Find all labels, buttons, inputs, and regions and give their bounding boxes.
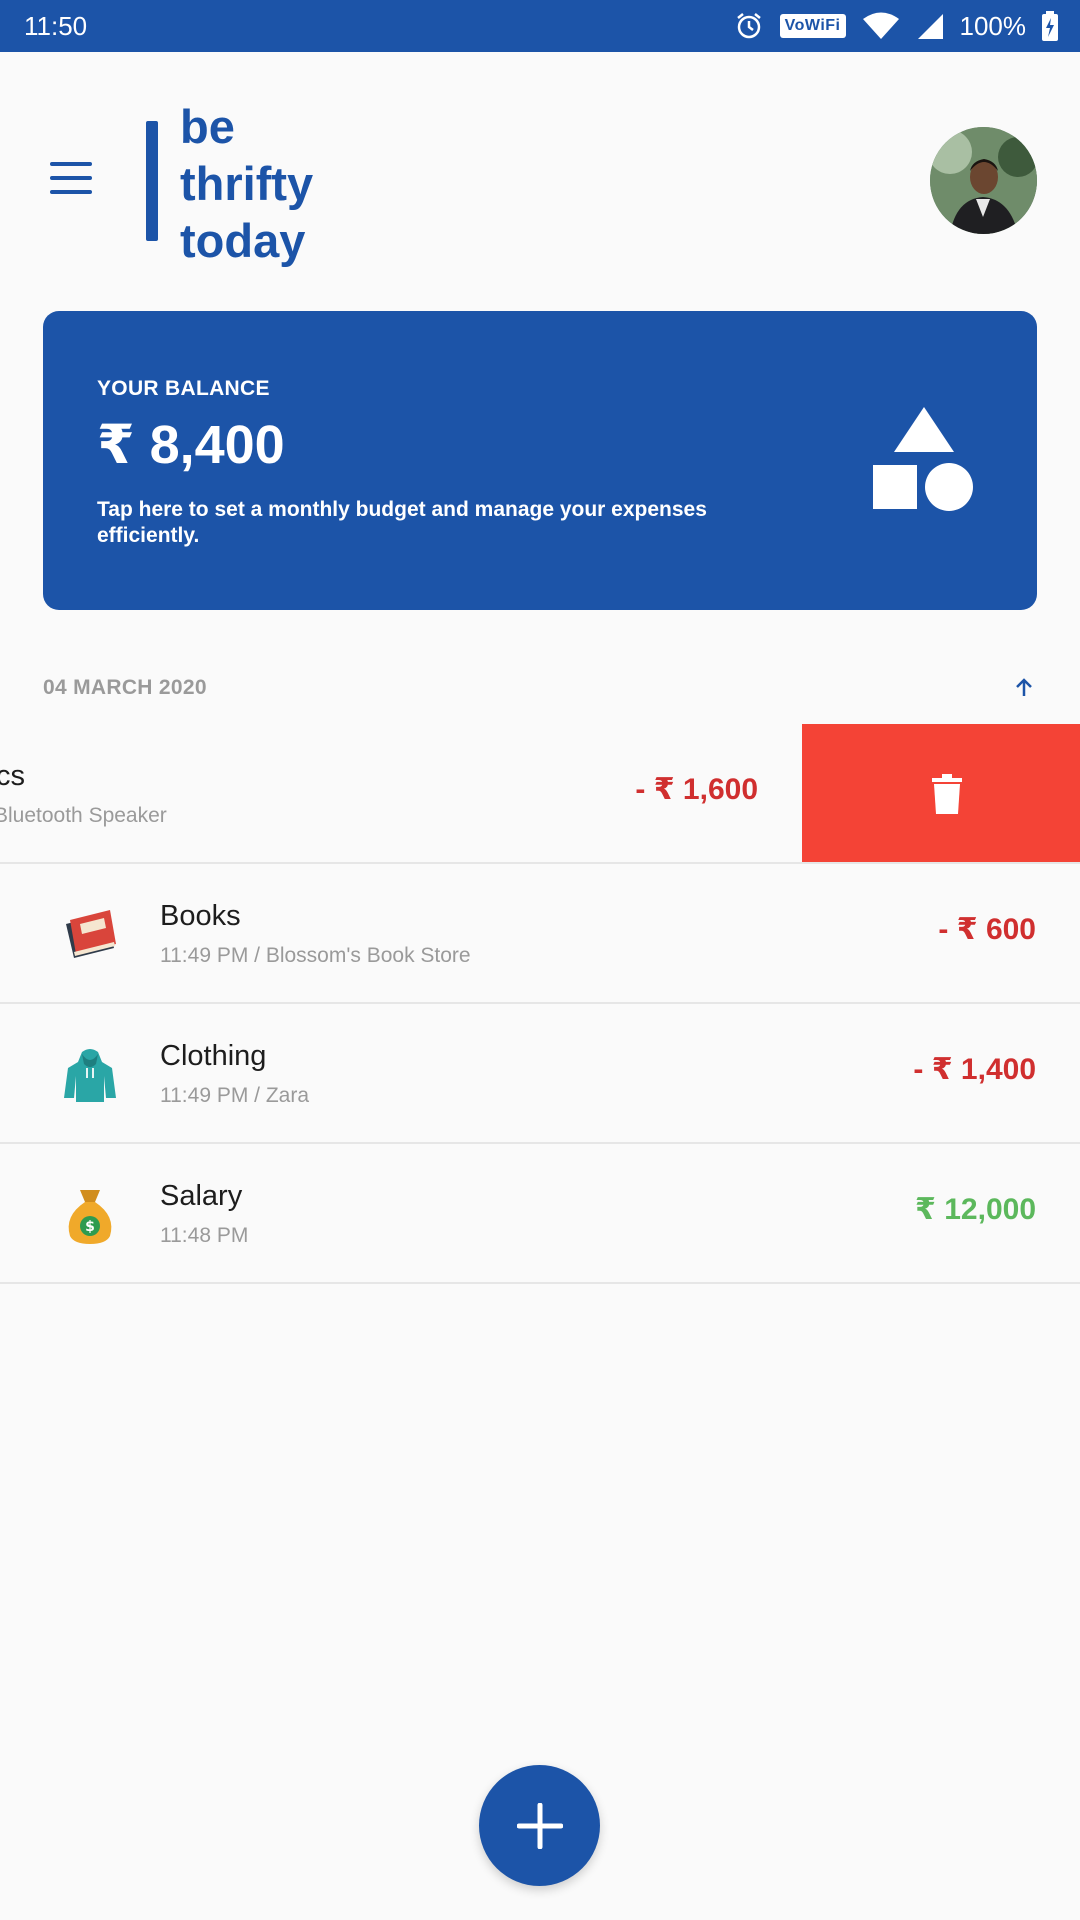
transaction-subtitle: 11:49 PM / Zara	[160, 1084, 310, 1107]
transaction-amount: - ₹ 600	[938, 913, 1036, 946]
budget-hint: Tap here to set a monthly budget and man…	[97, 498, 707, 547]
status-time: 11:50	[24, 10, 88, 41]
transaction-subtitle: 11:48 PM	[160, 1224, 249, 1247]
transaction-amount: ₹ 12,000	[915, 1193, 1036, 1226]
money-bag-icon: $	[68, 1190, 112, 1244]
trash-icon	[932, 774, 962, 814]
brand-logo-text: be thrifty today	[180, 98, 313, 269]
add-transaction-button[interactable]	[479, 1765, 600, 1886]
profile-photo-icon	[930, 127, 1037, 234]
transaction-row-clothing[interactable]: Clothing 11:49 PM / Zara - ₹ 1,400	[0, 1004, 1080, 1144]
balance-card[interactable]: YOUR BALANCE ₹ 8,400 Tap here to set a m…	[43, 311, 1037, 610]
brand-accent-bar	[146, 121, 158, 241]
menu-icon-bar	[50, 190, 92, 194]
transaction-amount: - ₹ 1,400	[913, 1053, 1036, 1086]
transaction-title: cs	[0, 760, 25, 792]
vowifi-badge: VoWiFi	[779, 14, 846, 38]
book-icon	[66, 910, 116, 958]
transaction-row-books[interactable]: Books 11:49 PM / Blossom's Book Store - …	[0, 864, 1080, 1004]
transaction-title: Books	[160, 900, 241, 932]
transaction-row-electronics[interactable]: cs Bluetooth Speaker - ₹ 1,600	[0, 724, 1080, 864]
delete-button[interactable]	[802, 724, 1080, 862]
svg-text:$: $	[85, 1219, 95, 1235]
menu-icon-bar	[50, 176, 92, 180]
transaction-title: Clothing	[160, 1040, 267, 1072]
menu-button[interactable]	[50, 162, 92, 194]
avatar[interactable]	[930, 127, 1037, 234]
signal-icon	[916, 12, 944, 40]
transaction-amount: - ₹ 1,600	[635, 773, 758, 806]
arrow-up-icon[interactable]	[1012, 676, 1036, 700]
transaction-subtitle: Bluetooth Speaker	[0, 804, 167, 827]
plus-icon	[516, 1802, 563, 1849]
balance-amount: ₹ 8,400	[97, 415, 285, 475]
date-header: 04 MARCH 2020	[43, 676, 207, 699]
transaction-subtitle: 11:49 PM / Blossom's Book Store	[160, 944, 471, 967]
menu-icon	[50, 162, 92, 166]
brand-line: thrifty	[180, 157, 314, 210]
battery-charging-icon	[1042, 11, 1058, 41]
transaction-title: Salary	[160, 1180, 243, 1212]
alarm-icon	[734, 11, 764, 41]
brand-line: be	[180, 100, 235, 153]
status-icons: VoWiFi 100%	[734, 11, 1058, 42]
wifi-icon	[862, 12, 900, 40]
brand-line: today	[180, 214, 306, 267]
shapes-icon	[873, 407, 973, 511]
transaction-row-salary[interactable]: $ Salary 11:48 PM ₹ 12,000	[0, 1144, 1080, 1284]
balance-label: YOUR BALANCE	[97, 377, 270, 400]
hoodie-icon	[64, 1049, 116, 1102]
status-bar: 11:50 VoWiFi 100%	[0, 0, 1080, 52]
battery-percent: 100%	[959, 10, 1027, 41]
